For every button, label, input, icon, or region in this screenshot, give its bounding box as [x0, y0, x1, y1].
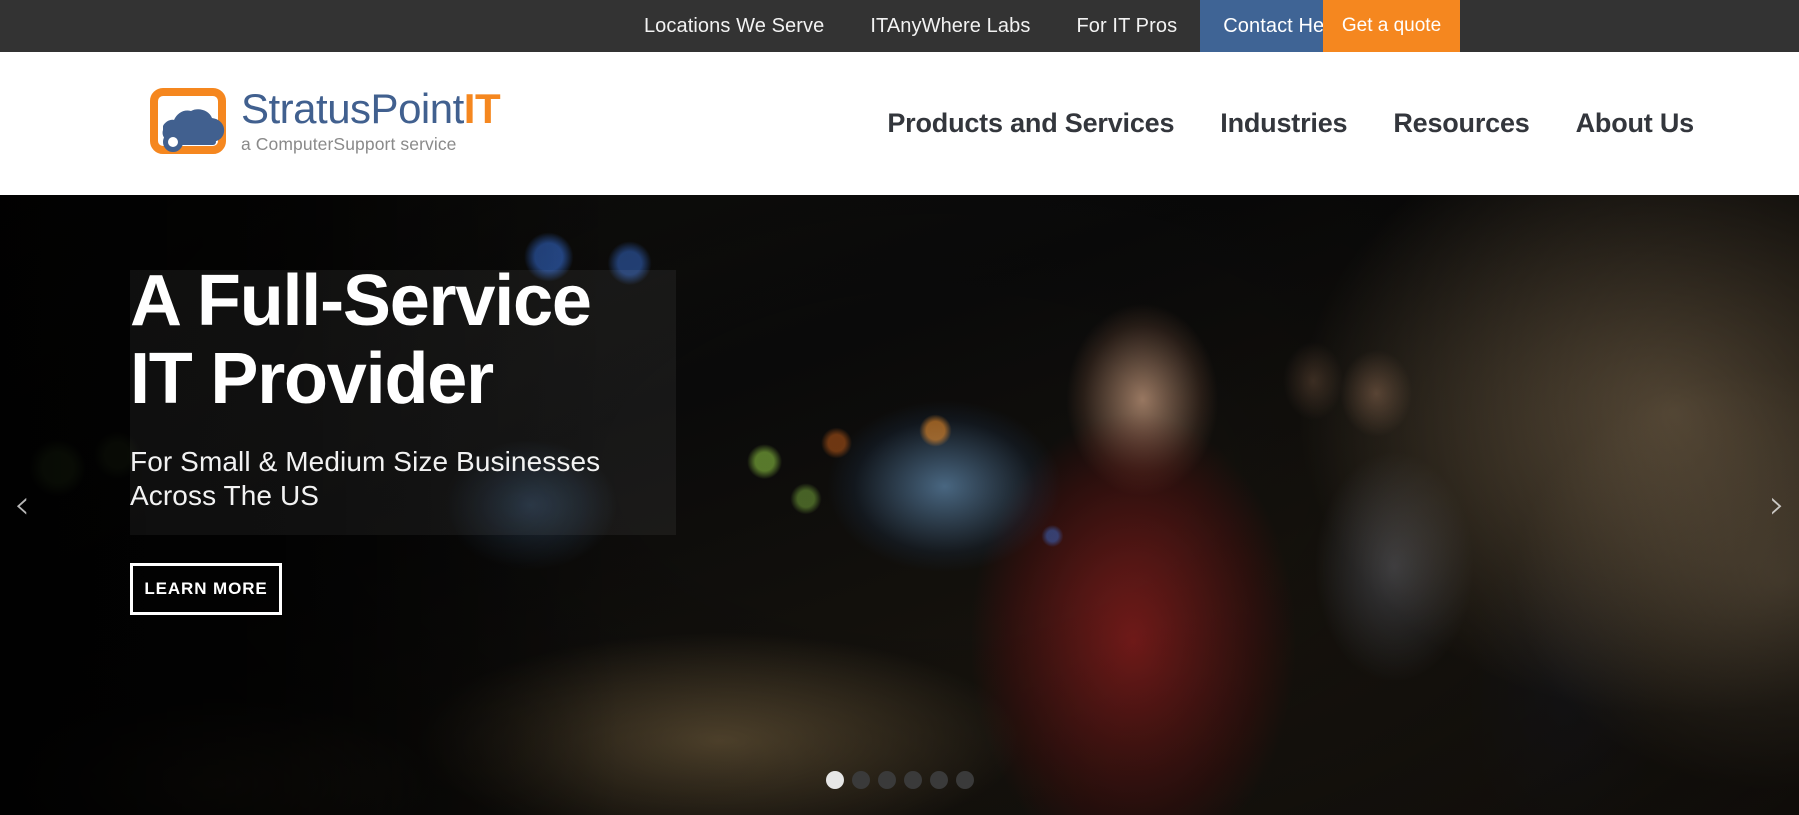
carousel-dot-5[interactable]	[929, 771, 948, 789]
carousel-dot-3[interactable]	[877, 771, 896, 789]
hero-subtitle-line-1: For Small & Medium Size Businesses	[130, 445, 601, 477]
chevron-right-icon[interactable]: ›	[1769, 485, 1785, 525]
nav-item-about-us[interactable]: About Us	[1576, 108, 1695, 139]
hero-title: A Full-Service IT Provider	[130, 261, 690, 419]
learn-more-button[interactable]: LEARN MORE	[130, 562, 282, 615]
carousel-dot-2[interactable]	[851, 771, 870, 789]
carousel-dot-6[interactable]	[955, 771, 974, 789]
hero-title-line-1: A Full-Service	[130, 261, 592, 341]
topbar-link-locations-we-serve[interactable]: Locations We Serve	[621, 0, 847, 52]
cloud-monitor-icon	[149, 80, 233, 164]
hero-carousel: A Full-Service IT Provider For Small & M…	[0, 195, 1799, 815]
hero-subtitle-line-2: Across The US	[130, 479, 320, 511]
site-logo[interactable]: StratusPointIT a ComputerSupport service	[149, 80, 501, 164]
nav-item-industries[interactable]: Industries	[1220, 108, 1347, 139]
topbar-link-itanywhere-labs[interactable]: ITAnyWhere Labs	[847, 0, 1053, 52]
chevron-left-icon[interactable]: ‹	[14, 485, 30, 525]
logo-tagline: a ComputerSupport service	[241, 134, 457, 154]
top-utility-bar: Locations We Serve ITAnyWhere Labs For I…	[0, 0, 1799, 52]
topbar-link-for-it-pros[interactable]: For IT Pros	[1053, 0, 1200, 52]
carousel-dot-4[interactable]	[903, 771, 922, 789]
logo-name-accent: IT	[463, 85, 501, 132]
logo-text: StratusPointIT a ComputerSupport service	[241, 80, 501, 155]
hero-content: A Full-Service IT Provider For Small & M…	[130, 261, 690, 615]
logo-wordmark: StratusPointIT	[241, 85, 501, 132]
top-utility-links: Locations We Serve ITAnyWhere Labs For I…	[621, 0, 1409, 52]
nav-item-resources[interactable]: Resources	[1393, 108, 1529, 139]
hero-subtitle: For Small & Medium Size Businesses Acros…	[130, 445, 690, 513]
main-navigation: Products and Services Industries Resourc…	[887, 52, 1694, 195]
carousel-dots	[0, 771, 1799, 789]
get-a-quote-button[interactable]: Get a quote	[1323, 0, 1460, 52]
carousel-dot-1[interactable]	[825, 771, 844, 789]
logo-name-primary: StratusPoint	[241, 85, 464, 132]
hero-title-line-2: IT Provider	[130, 338, 494, 419]
site-header: StratusPointIT a ComputerSupport service…	[0, 52, 1799, 195]
nav-item-products-and-services[interactable]: Products and Services	[887, 108, 1174, 139]
